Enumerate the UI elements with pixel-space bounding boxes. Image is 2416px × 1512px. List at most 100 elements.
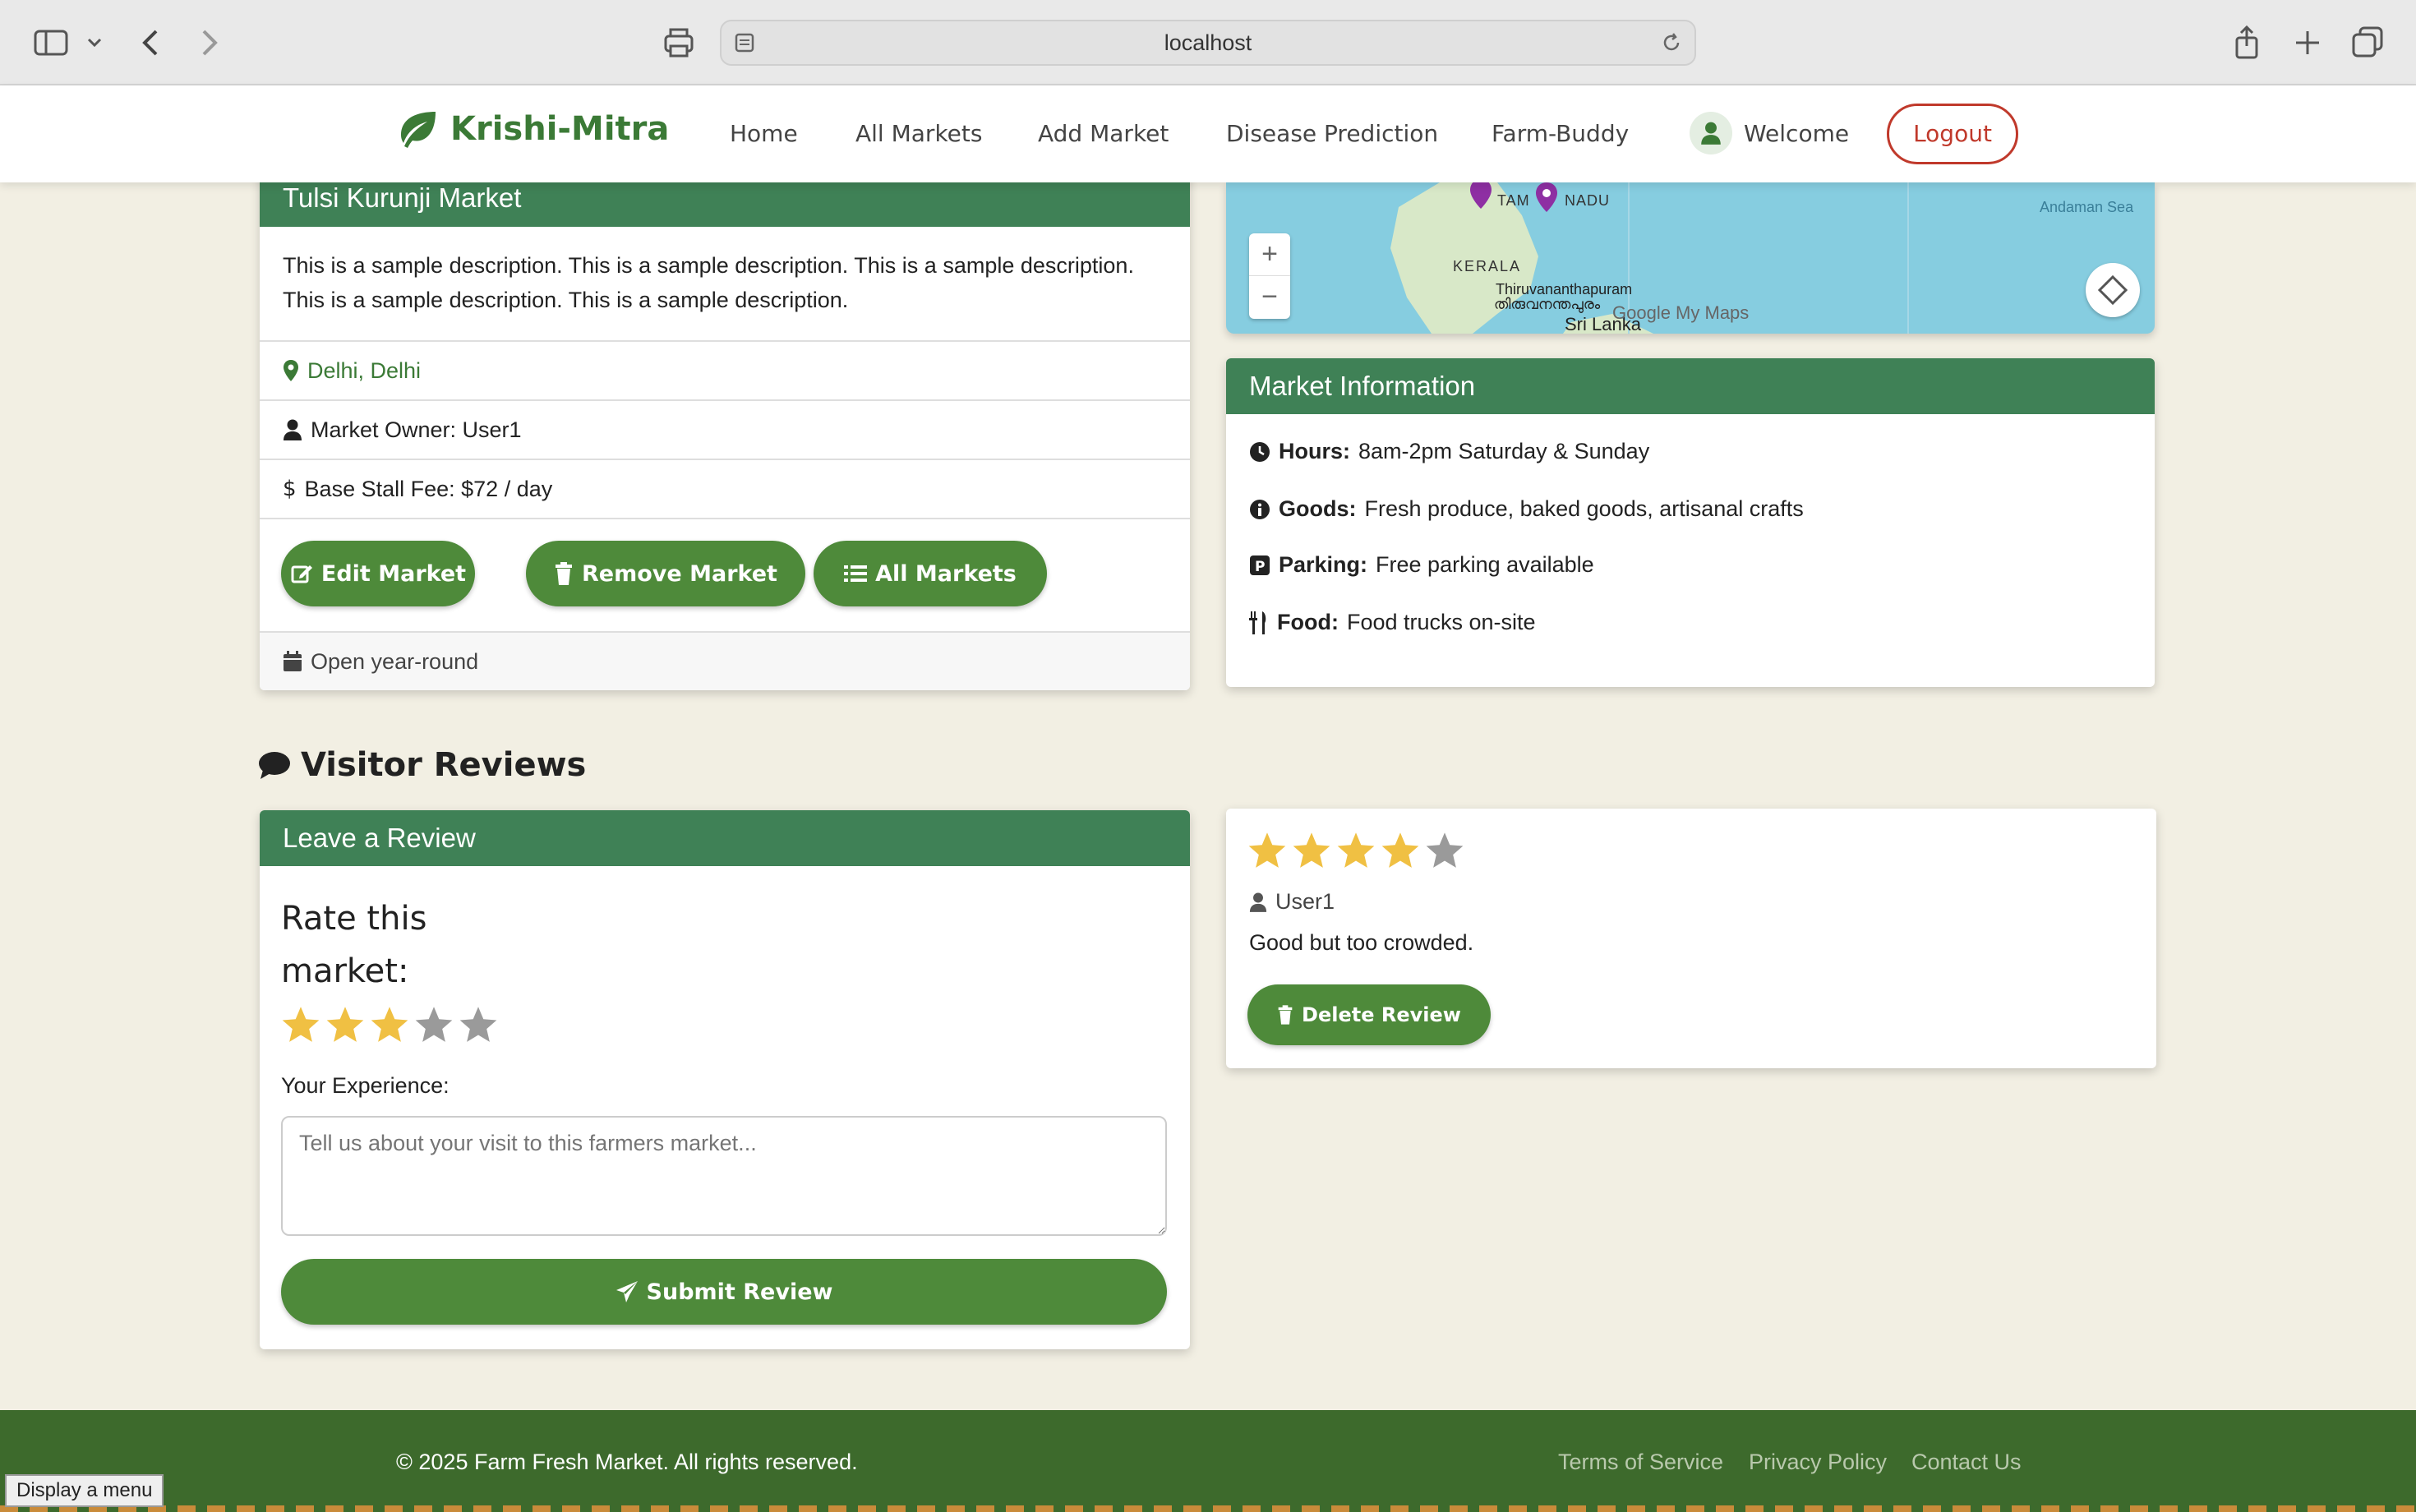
experience-label: Your Experience: bbox=[281, 1073, 450, 1098]
map-marker-icon[interactable] bbox=[1468, 182, 1494, 210]
rating-input bbox=[279, 1004, 500, 1047]
print-icon[interactable] bbox=[659, 23, 699, 62]
info-parking-value: Free parking available bbox=[1376, 552, 1594, 577]
chevron-down-icon[interactable] bbox=[82, 23, 107, 62]
user-menu[interactable]: Welcome bbox=[1690, 112, 1849, 154]
user-icon bbox=[284, 419, 302, 440]
map-zoom-control: + − bbox=[1249, 233, 1290, 319]
info-hours: Hours: 8am-2pm Saturday & Sunday bbox=[1249, 439, 1649, 464]
star-filled-icon bbox=[1337, 832, 1375, 868]
star-filled-icon bbox=[1248, 832, 1286, 868]
logout-button[interactable]: Logout bbox=[1887, 104, 2018, 164]
forward-arrow-icon[interactable] bbox=[189, 23, 228, 62]
footer-copyright: © 2025 Farm Fresh Market. All rights res… bbox=[396, 1450, 858, 1474]
description-line: This is a sample description. This is a … bbox=[283, 288, 849, 312]
info-goods-value: Fresh produce, baked goods, artisanal cr… bbox=[1364, 496, 1804, 521]
star-empty-icon[interactable] bbox=[413, 1004, 455, 1047]
user-icon bbox=[1249, 892, 1267, 912]
reload-icon[interactable] bbox=[1660, 31, 1683, 54]
star-filled-icon[interactable] bbox=[368, 1004, 411, 1047]
avatar bbox=[1690, 112, 1732, 154]
delete-review-button[interactable]: Delete Review bbox=[1247, 984, 1491, 1045]
footer-link-terms[interactable]: Terms of Service bbox=[1558, 1450, 1723, 1475]
paper-plane-icon bbox=[616, 1281, 638, 1302]
svg-text:P: P bbox=[1255, 559, 1265, 575]
all-markets-label: All Markets bbox=[875, 560, 1017, 587]
market-detail-card: Tulsi Kurunji Market This is a sample de… bbox=[260, 148, 1190, 690]
map-zoom-out-button[interactable]: − bbox=[1249, 276, 1290, 319]
edit-market-button[interactable]: Edit Market bbox=[281, 541, 475, 606]
map-label-city-local: തിരുവനന്തപുരം bbox=[1494, 296, 1601, 313]
welcome-text: Welcome bbox=[1744, 119, 1850, 147]
nav-link-disease-prediction[interactable]: Disease Prediction bbox=[1226, 120, 1438, 147]
address-bar[interactable]: localhost bbox=[720, 20, 1696, 66]
nav-link-farm-buddy[interactable]: Farm-Buddy bbox=[1492, 120, 1629, 147]
user-icon bbox=[1701, 122, 1721, 145]
remove-market-label: Remove Market bbox=[582, 560, 777, 587]
info-food-value: Food trucks on-site bbox=[1346, 610, 1536, 634]
calendar-icon bbox=[284, 651, 302, 671]
comment-icon bbox=[259, 752, 290, 779]
list-icon bbox=[844, 565, 868, 582]
reviews-heading-text: Visitor Reviews bbox=[301, 746, 587, 784]
market-owner: Market Owner: User1 bbox=[311, 417, 522, 442]
reviews-heading: Visitor Reviews bbox=[258, 746, 586, 784]
info-hours-label: Hours: bbox=[1279, 439, 1350, 463]
nav-link-home[interactable]: Home bbox=[730, 120, 798, 147]
footer-link-privacy[interactable]: Privacy Policy bbox=[1749, 1450, 1887, 1475]
market-season: Open year-round bbox=[311, 648, 479, 674]
star-filled-icon[interactable] bbox=[324, 1004, 367, 1047]
footer-link-contact[interactable]: Contact Us bbox=[1911, 1450, 2022, 1475]
back-arrow-icon[interactable] bbox=[131, 23, 171, 62]
url-text: localhost bbox=[1164, 30, 1252, 55]
utensils-icon bbox=[1249, 611, 1266, 634]
map-zoom-in-button[interactable]: + bbox=[1249, 233, 1290, 276]
map-label-tamil: TAM bbox=[1497, 192, 1530, 209]
brand-logo[interactable]: Krishi-Mitra bbox=[396, 110, 669, 148]
expand-icon bbox=[2097, 274, 2128, 306]
leave-review-title: Leave a Review bbox=[260, 810, 1190, 866]
map-brand: Google My Maps bbox=[1612, 302, 1750, 323]
delete-review-label: Delete Review bbox=[1302, 1003, 1461, 1026]
nav-link-all-markets[interactable]: All Markets bbox=[855, 120, 982, 147]
page-icon bbox=[735, 33, 754, 53]
nav-link-add-market[interactable]: Add Market bbox=[1038, 120, 1169, 147]
map-marker-icon[interactable] bbox=[1533, 182, 1560, 214]
site-footer: © 2025 Farm Fresh Market. All rights res… bbox=[0, 1410, 2416, 1512]
all-markets-button[interactable]: All Markets bbox=[814, 541, 1047, 606]
submit-review-button[interactable]: Submit Review bbox=[281, 1259, 1167, 1325]
market-location[interactable]: Delhi, Delhi bbox=[307, 358, 421, 384]
market-info-card: Market Information Hours: 8am-2pm Saturd… bbox=[1226, 358, 2155, 687]
info-hours-value: 8am-2pm Saturday & Sunday bbox=[1358, 439, 1650, 463]
rate-prompt: Rate this market: bbox=[281, 892, 426, 998]
share-icon[interactable] bbox=[2227, 23, 2266, 62]
map-label-sea: Andaman Sea bbox=[2040, 199, 2134, 215]
footer-stripes bbox=[0, 1505, 2416, 1512]
star-empty-icon[interactable] bbox=[457, 1004, 500, 1047]
market-description: This is a sample description. This is a … bbox=[283, 248, 1170, 317]
star-filled-icon bbox=[1381, 832, 1419, 868]
description-line: This is a sample description. This is a … bbox=[283, 253, 1134, 278]
star-filled-icon[interactable] bbox=[279, 1004, 322, 1047]
leave-review-card: Leave a Review Rate this market: Your Ex… bbox=[260, 810, 1190, 1349]
info-food: Food: Food trucks on-site bbox=[1249, 610, 1536, 635]
submit-review-label: Submit Review bbox=[646, 1279, 833, 1305]
browser-toolbar: localhost bbox=[0, 0, 2416, 85]
trash-icon bbox=[1278, 1005, 1293, 1025]
market-map[interactable]: TAM NADU KERALA Thiruvananthapuram തിരുവ… bbox=[1226, 182, 2155, 334]
map-fullscreen-button[interactable] bbox=[2086, 263, 2140, 317]
info-icon bbox=[1250, 499, 1270, 519]
parking-icon: P bbox=[1250, 555, 1270, 575]
experience-textarea[interactable] bbox=[281, 1116, 1167, 1236]
remove-market-button[interactable]: Remove Market bbox=[526, 541, 805, 606]
sidebar-toggle-icon[interactable] bbox=[31, 23, 71, 62]
leaf-icon bbox=[401, 112, 436, 148]
review-author-name: User1 bbox=[1275, 889, 1335, 914]
new-tab-icon[interactable] bbox=[2288, 23, 2327, 62]
review-text: Good but too crowded. bbox=[1249, 930, 1474, 955]
stall-fee: Base Stall Fee: $72 / day bbox=[304, 476, 553, 501]
map-label-nadu: NADU bbox=[1565, 192, 1611, 209]
clock-icon bbox=[1250, 441, 1270, 462]
tabs-overview-icon[interactable] bbox=[2349, 23, 2388, 62]
brand-name: Krishi-Mitra bbox=[450, 110, 670, 148]
